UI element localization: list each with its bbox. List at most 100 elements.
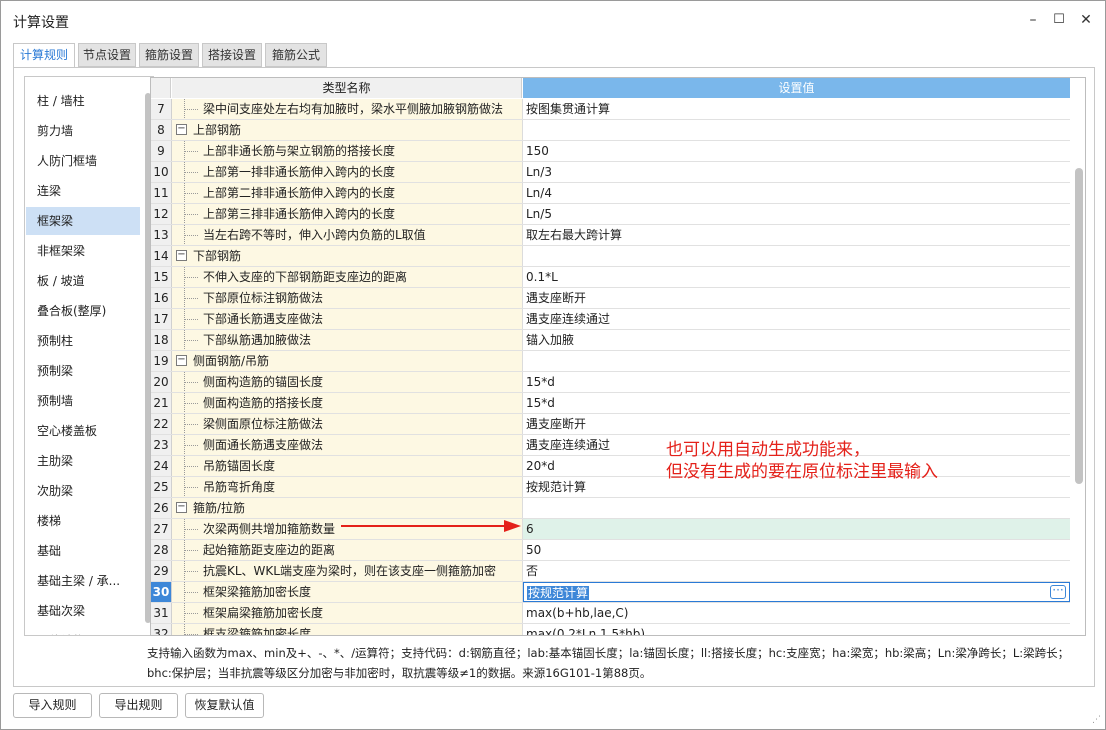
table-row[interactable]: 22 梁侧面原位标注筋做法 遇支座断开 bbox=[151, 414, 1070, 435]
setting-value-cell[interactable]: Ln/5 bbox=[523, 204, 1070, 224]
sidebar-item[interactable]: 基础 bbox=[26, 537, 140, 565]
setting-value-cell[interactable]: 锚入加腋 bbox=[523, 330, 1070, 350]
grid-scrollbar[interactable] bbox=[1075, 168, 1083, 484]
sidebar-item[interactable]: 空心楼盖板 bbox=[26, 417, 140, 445]
sidebar-item[interactable]: 人防门框墙 bbox=[26, 147, 140, 175]
sidebar-item[interactable]: 预制柱 bbox=[26, 327, 140, 355]
tab-lap-settings[interactable]: 搭接设置 bbox=[202, 43, 262, 67]
maximize-button[interactable]: ☐ bbox=[1048, 9, 1070, 31]
row-number: 20 bbox=[151, 372, 172, 392]
setting-value-cell[interactable]: Ln/4 bbox=[523, 183, 1070, 203]
table-row[interactable]: 13 当左右跨不等时，伸入小跨内负筋的L取值 取左右最大跨计算 bbox=[151, 225, 1070, 246]
title-bar: 计算设置 – ☐ ✕ bbox=[1, 1, 1105, 39]
setting-label: 上部非通长筋与架立钢筋的搭接长度 bbox=[203, 144, 396, 158]
table-row[interactable]: 11 上部第二排非通长筋伸入跨内的长度 Ln/4 bbox=[151, 183, 1070, 204]
table-row[interactable]: 17 下部通长筋遇支座做法 遇支座连续通过 bbox=[151, 309, 1070, 330]
setting-value-cell[interactable]: 150 bbox=[523, 141, 1070, 161]
component-list: 柱 / 墙柱 剪力墙 人防门框墙 连梁 框架梁 非框架梁板 / 坡道 叠合板(整厚) 预制柱预… bbox=[24, 76, 154, 636]
setting-value-cell[interactable]: max(b+hb,lae,C) bbox=[523, 603, 1070, 623]
table-row[interactable]: 28 起始箍筋距支座边的距离 50 bbox=[151, 540, 1070, 561]
table-row[interactable]: 10 上部第一排非通长筋伸入跨内的长度 Ln/3 bbox=[151, 162, 1070, 183]
collapse-icon[interactable]: − bbox=[176, 250, 187, 261]
tab-calc-rules[interactable]: 计算规则 bbox=[13, 43, 75, 68]
table-row[interactable]: 32 框支梁箍筋加密长度 max(0.2*Ln,1.5*hb) bbox=[151, 624, 1070, 636]
value-text: 20*d bbox=[526, 459, 555, 473]
setting-value-cell[interactable]: 否 bbox=[523, 561, 1070, 581]
setting-value-cell[interactable]: max(0.2*Ln,1.5*hb) bbox=[523, 624, 1070, 635]
settings-window: 计算设置 – ☐ ✕ 计算规则 节点设置 箍筋设置 搭接设置 箍筋公式 柱 / … bbox=[0, 0, 1106, 730]
group-row[interactable]: 26− 箍筋/拉筋 bbox=[151, 498, 1070, 519]
setting-value-cell[interactable]: 遇支座断开 bbox=[523, 414, 1070, 434]
type-name-cell: 吊筋弯折角度 bbox=[172, 477, 523, 497]
collapse-icon[interactable]: − bbox=[176, 355, 187, 366]
annotation-line-2: 但没有生成的要在原位标注里最输入 bbox=[666, 462, 938, 482]
table-row[interactable]: 20 侧面构造筋的锚固长度 15*d bbox=[151, 372, 1070, 393]
setting-label: 框支梁箍筋加密长度 bbox=[203, 627, 312, 636]
row-number: 10 bbox=[151, 162, 172, 182]
table-row[interactable]: 16 下部原位标注钢筋做法 遇支座断开 bbox=[151, 288, 1070, 309]
sidebar-item[interactable]: 砌体结构 bbox=[26, 627, 140, 635]
row-number: 31 bbox=[151, 603, 172, 623]
sidebar-item[interactable]: 主肋梁 bbox=[26, 447, 140, 475]
group-row[interactable]: 8− 上部钢筋 bbox=[151, 120, 1070, 141]
setting-value-cell[interactable]: 0.1*L bbox=[523, 267, 1070, 287]
tree-branch bbox=[184, 235, 198, 236]
table-row[interactable]: 7 梁中间支座处左右均有加腋时，梁水平侧腋加腋钢筋做法 按图集贯通计算 bbox=[151, 99, 1070, 120]
value-text: max(b+hb,lae,C) bbox=[526, 606, 629, 620]
setting-value-cell[interactable]: 按规范计算 ··· bbox=[523, 582, 1070, 602]
sidebar-item[interactable]: 次肋梁 bbox=[26, 477, 140, 505]
collapse-icon[interactable]: − bbox=[176, 124, 187, 135]
sidebar-item[interactable]: 非框架梁 bbox=[26, 237, 140, 265]
setting-value-cell[interactable]: 50 bbox=[523, 540, 1070, 560]
sidebar-item[interactable]: 基础次梁 bbox=[26, 597, 140, 625]
sidebar-item[interactable]: 预制墙 bbox=[26, 387, 140, 415]
minimize-button[interactable]: – bbox=[1022, 9, 1044, 31]
tree-branch bbox=[184, 571, 198, 572]
table-row[interactable]: 18 下部纵筋遇加腋做法 锚入加腋 bbox=[151, 330, 1070, 351]
export-rules-button[interactable]: 导出规则 bbox=[99, 693, 178, 718]
tab-stirrup-formula[interactable]: 箍筋公式 bbox=[265, 43, 327, 67]
ellipsis-button[interactable]: ··· bbox=[1050, 584, 1066, 599]
sidebar-item[interactable]: 板 / 坡道 bbox=[26, 267, 140, 295]
table-row[interactable]: 9 上部非通长筋与架立钢筋的搭接长度 150 bbox=[151, 141, 1070, 162]
selected-value-text[interactable]: 按规范计算 bbox=[527, 586, 590, 600]
table-row[interactable]: 31 框架扁梁箍筋加密长度 max(b+hb,lae,C) bbox=[151, 603, 1070, 624]
sidebar-item[interactable]: 叠合板(整厚) bbox=[26, 297, 140, 325]
value-text: 锚入加腋 bbox=[526, 333, 575, 347]
row-number: 17 bbox=[151, 309, 172, 329]
group-row[interactable]: 14− 下部钢筋 bbox=[151, 246, 1070, 267]
table-row[interactable]: 21 侧面构造筋的搭接长度 15*d bbox=[151, 393, 1070, 414]
setting-value-cell[interactable]: 15*d bbox=[523, 393, 1070, 413]
sidebar-item[interactable]: 剪力墙 bbox=[26, 117, 140, 145]
setting-value-cell[interactable]: 6 bbox=[523, 519, 1070, 539]
sidebar-item[interactable]: 柱 / 墙柱 bbox=[26, 87, 140, 115]
sidebar-item[interactable]: 连梁 bbox=[26, 177, 140, 205]
collapse-icon[interactable]: − bbox=[176, 502, 187, 513]
tree-branch bbox=[184, 214, 198, 215]
setting-value-cell[interactable]: 遇支座连续通过 bbox=[523, 309, 1070, 329]
setting-value-cell[interactable]: 15*d bbox=[523, 372, 1070, 392]
close-button[interactable]: ✕ bbox=[1075, 9, 1097, 31]
sidebar-item[interactable]: 预制梁 bbox=[26, 357, 140, 385]
table-row[interactable]: 27 次梁两侧共增加箍筋数量 6 bbox=[151, 519, 1070, 540]
setting-value-cell[interactable]: Ln/3 bbox=[523, 162, 1070, 182]
table-row[interactable]: 29 抗震KL、WKL端支座为梁时，则在该支座一侧箍筋加密 否 bbox=[151, 561, 1070, 582]
setting-value-cell[interactable]: 取左右最大跨计算 bbox=[523, 225, 1070, 245]
tab-stirrup-settings[interactable]: 箍筋设置 bbox=[139, 43, 199, 67]
resize-grip-icon[interactable]: ⋰ bbox=[1092, 715, 1101, 725]
type-name-cell: 起始箍筋距支座边的距离 bbox=[172, 540, 523, 560]
table-row[interactable]: 12 上部第三排非通长筋伸入跨内的长度 Ln/5 bbox=[151, 204, 1070, 225]
group-row[interactable]: 19− 侧面钢筋/吊筋 bbox=[151, 351, 1070, 372]
setting-value-cell[interactable]: 按图集贯通计算 bbox=[523, 99, 1070, 119]
import-rules-button[interactable]: 导入规则 bbox=[13, 693, 92, 718]
red-arrow-annotation bbox=[341, 520, 521, 532]
restore-defaults-button[interactable]: 恢复默认值 bbox=[185, 693, 264, 718]
table-row[interactable]: 30 框架梁箍筋加密长度 按规范计算 ··· bbox=[151, 582, 1070, 603]
table-row[interactable]: 15 不伸入支座的下部钢筋距支座边的距离 0.1*L bbox=[151, 267, 1070, 288]
sidebar-item[interactable]: 框架梁 bbox=[26, 207, 140, 235]
sidebar-item[interactable]: 楼梯 bbox=[26, 507, 140, 535]
sidebar-item[interactable]: 基础主梁 / 承... bbox=[26, 567, 140, 595]
type-name-cell: 侧面构造筋的搭接长度 bbox=[172, 393, 523, 413]
setting-value-cell[interactable]: 遇支座断开 bbox=[523, 288, 1070, 308]
tab-node-settings[interactable]: 节点设置 bbox=[78, 43, 136, 67]
